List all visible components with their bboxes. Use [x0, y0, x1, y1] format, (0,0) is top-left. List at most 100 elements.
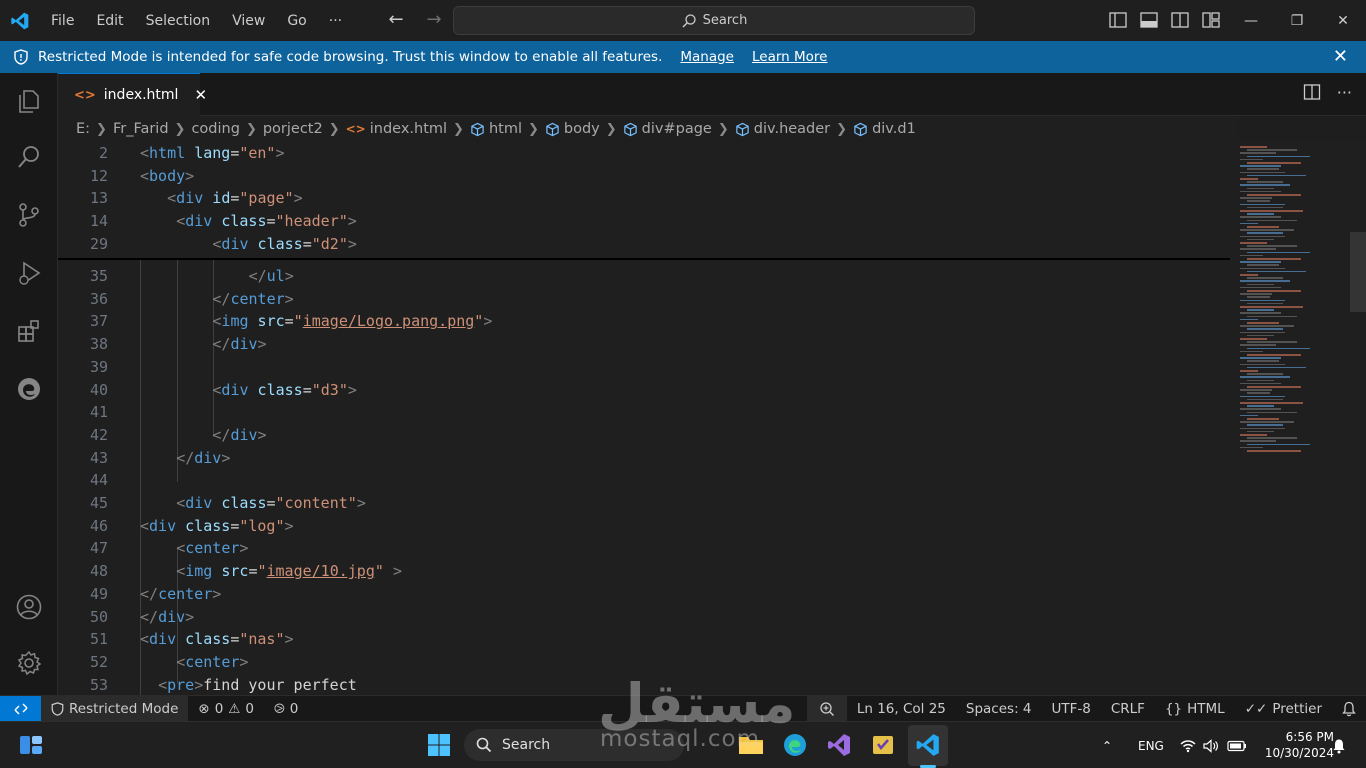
source-control-icon[interactable]	[0, 191, 58, 239]
taskbar-search[interactable]: Search	[464, 729, 684, 761]
breadcrumb-file[interactable]: <> index.html	[346, 121, 447, 137]
menu-edit[interactable]: Edit	[85, 6, 134, 36]
more-actions-icon[interactable]: ···	[1337, 83, 1352, 105]
learn-more-link[interactable]: Learn More	[752, 49, 828, 65]
show-hidden-icons-chevron-icon[interactable]: ⌃	[1102, 722, 1112, 768]
code-line[interactable]: 44	[58, 469, 1238, 492]
command-center-search[interactable]: Search	[453, 6, 975, 35]
breadcrumb-symbol[interactable]: body	[545, 121, 600, 137]
toggle-secondary-sidebar-icon[interactable]	[1170, 10, 1191, 31]
code-line[interactable]: 50 </div>	[58, 606, 1238, 629]
remote-indicator-icon[interactable]	[0, 695, 41, 722]
problems-status[interactable]: ⊗ 0 ⚠ 0	[188, 696, 264, 722]
notifications-bell-icon[interactable]	[1332, 696, 1366, 722]
cursor-position-status[interactable]: Ln 16, Col 25	[847, 696, 956, 722]
system-clock[interactable]: 6:56 PM 10/30/2024	[1254, 729, 1334, 761]
sticky-line[interactable]: 13 <div id="page">	[58, 187, 1238, 210]
code-line[interactable]: 39	[58, 356, 1238, 379]
breadcrumb-drive[interactable]: E:	[76, 121, 90, 137]
menu-go[interactable]: Go	[276, 6, 317, 36]
menu-selection[interactable]: Selection	[135, 6, 222, 36]
breadcrumb-folder[interactable]: Fr_Farid	[113, 121, 169, 137]
manage-gear-icon[interactable]	[0, 639, 58, 687]
close-tab-icon[interactable]: ✕	[194, 86, 207, 104]
breadcrumb-folder[interactable]: porject2	[263, 121, 323, 137]
code-line[interactable]: 51 <div class="nas">	[58, 628, 1238, 651]
menu-file[interactable]: File	[40, 6, 85, 36]
scrollbar-thumb[interactable]	[1350, 232, 1366, 312]
code-line[interactable]: 35 </ul>	[58, 265, 1238, 288]
sticky-line[interactable]: 29 <div class="d2">	[58, 233, 1238, 256]
code-line[interactable]: 45 <div class="content">	[58, 492, 1238, 515]
windows-start-icon[interactable]	[424, 730, 454, 760]
menu-view[interactable]: View	[221, 6, 276, 36]
code-line[interactable]: 40 <div class="d3">	[58, 379, 1238, 402]
back-arrow-icon[interactable]: ←	[383, 8, 409, 34]
ports-count: 0	[289, 700, 299, 717]
minimize-icon[interactable]: —	[1228, 0, 1274, 41]
extensions-icon[interactable]	[0, 307, 58, 355]
accounts-icon[interactable]	[0, 583, 58, 631]
sticky-line[interactable]: 12 <body>	[58, 165, 1238, 188]
sticky-line[interactable]: 14 <div class="header">	[58, 210, 1238, 233]
vertical-scrollbar[interactable]	[1350, 142, 1366, 695]
forward-arrow-icon[interactable]: →	[421, 8, 447, 34]
code-line[interactable]: 47 <center>	[58, 537, 1238, 560]
edge-browser-icon[interactable]	[780, 730, 810, 760]
code-line[interactable]: 43 </div>	[58, 447, 1238, 470]
search-view-icon[interactable]	[0, 133, 58, 181]
code-editor[interactable]: 2 <html lang="en"> 12 <body> 13 <div id="page…	[58, 142, 1238, 695]
explorer-icon[interactable]	[0, 77, 58, 125]
volume-icon[interactable]	[1203, 722, 1219, 768]
broadcast-icon: ⧁	[273, 700, 285, 717]
wifi-icon[interactable]	[1180, 722, 1196, 768]
input-language[interactable]: ENG	[1138, 722, 1164, 768]
vscode-taskbar-icon[interactable]	[913, 730, 943, 760]
vs-installer-icon[interactable]	[868, 730, 898, 760]
restore-icon[interactable]: ❐	[1274, 0, 1320, 41]
widgets-icon[interactable]	[16, 730, 46, 760]
run-debug-icon[interactable]	[0, 249, 58, 297]
breadcrumb-symbol[interactable]: div.d1	[853, 121, 916, 137]
indentation-status[interactable]: Spaces: 4	[956, 696, 1042, 722]
close-banner-icon[interactable]: ✕	[1333, 46, 1348, 67]
zoom-icon[interactable]	[806, 695, 847, 722]
split-editor-icon[interactable]	[1303, 83, 1321, 105]
breadcrumb-symbol[interactable]: div#page	[623, 121, 712, 137]
toggle-primary-sidebar-icon[interactable]	[1108, 10, 1129, 31]
code-line[interactable]: 46 <div class="log">	[58, 515, 1238, 538]
minimap-line	[1240, 421, 1294, 423]
breadcrumb-folder[interactable]: coding	[191, 121, 239, 137]
edge-devtools-icon[interactable]	[0, 365, 58, 413]
encoding-status[interactable]: UTF-8	[1042, 696, 1101, 722]
code-line[interactable]: 49 </center>	[58, 583, 1238, 606]
breadcrumb-symbol[interactable]: html	[470, 121, 522, 137]
prettier-status[interactable]: ✓✓ Prettier	[1235, 696, 1332, 722]
menu-more[interactable]: ···	[318, 6, 353, 36]
close-window-icon[interactable]: ✕	[1320, 0, 1366, 41]
tab-index-html[interactable]: <> index.html ✕	[58, 73, 207, 116]
file-explorer-icon[interactable]	[736, 730, 766, 760]
sticky-scroll-header[interactable]: 2 <html lang="en"> 12 <body> 13 <div id="page…	[58, 142, 1230, 258]
code-line[interactable]: 53 <pre>find your perfect	[58, 674, 1238, 695]
code-line[interactable]: 37 <img src="image/Logo.pang.png">	[58, 310, 1238, 333]
breadcrumb-symbol[interactable]: div.header	[735, 121, 830, 137]
code-line[interactable]: 52 <center>	[58, 651, 1238, 674]
eol-status[interactable]: CRLF	[1101, 696, 1155, 722]
code-line[interactable]: 38 </div>	[58, 333, 1238, 356]
code-line[interactable]: 36 </center>	[58, 288, 1238, 311]
visual-studio-icon[interactable]	[824, 730, 854, 760]
language-mode-status[interactable]: {} HTML	[1155, 696, 1235, 722]
code-line[interactable]: 41	[58, 401, 1238, 424]
manage-link[interactable]: Manage	[680, 49, 734, 65]
restricted-mode-status[interactable]: Restricted Mode	[41, 695, 189, 722]
code-line[interactable]: 42 </div>	[58, 424, 1238, 447]
code-line[interactable]: 48 <img src="image/10.jpg" >	[58, 560, 1238, 583]
toggle-panel-icon[interactable]	[1139, 10, 1160, 31]
minimap[interactable]	[1238, 142, 1350, 695]
sticky-line[interactable]: 2 <html lang="en">	[58, 142, 1238, 165]
battery-icon[interactable]	[1227, 722, 1247, 768]
customize-layout-icon[interactable]	[1201, 10, 1222, 31]
notification-bell-icon[interactable]	[1332, 722, 1346, 768]
ports-status[interactable]: ⧁ 0	[264, 696, 308, 722]
